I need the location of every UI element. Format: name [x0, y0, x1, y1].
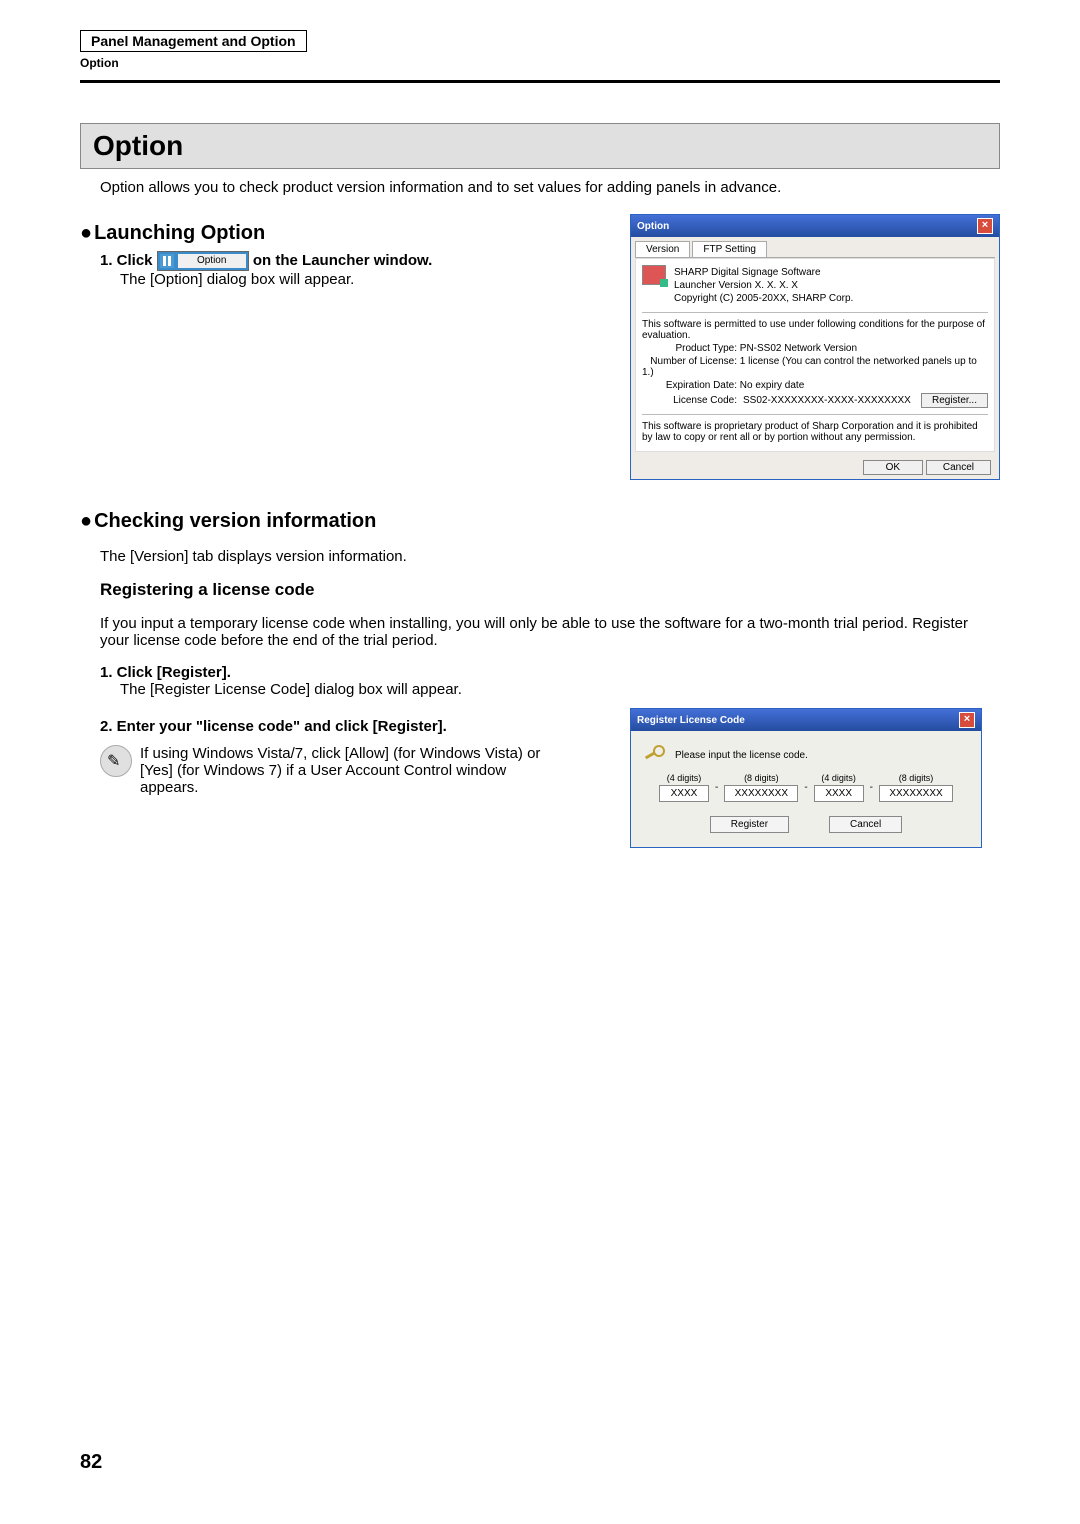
version-tab-text: The [Version] tab displays version infor… [100, 548, 1000, 565]
expiry-label: Expiration Date: [642, 380, 737, 391]
field-label-4: (8 digits) [899, 773, 934, 783]
copyright: Copyright (C) 2005-20XX, SHARP Corp. [674, 293, 853, 304]
section-heading-option: Option [80, 123, 1000, 169]
proprietary-note: This software is proprietary product of … [642, 421, 988, 443]
product-type-label: Product Type: [642, 343, 737, 354]
header-sub: Option [80, 56, 1000, 70]
ok-button[interactable]: OK [863, 460, 923, 475]
tab-version[interactable]: Version [635, 241, 690, 257]
launch-step1-pre: 1. Click [100, 252, 157, 269]
close-icon[interactable]: × [977, 218, 993, 234]
uac-note: If using Windows Vista/7, click [Allow] … [140, 745, 560, 796]
license-cancel-button[interactable]: Cancel [829, 816, 902, 833]
register-license-title: Register License Code [637, 715, 745, 726]
close-icon[interactable]: × [959, 712, 975, 728]
license-field-3[interactable]: XXXX [814, 785, 864, 802]
license-register-button[interactable]: Register [710, 816, 789, 833]
note-icon [100, 745, 132, 777]
subheading-launching-option: Launching Option [80, 222, 610, 245]
field-label-3: (4 digits) [821, 773, 856, 783]
option-button-icon [160, 254, 174, 268]
subheading-checking-version: Checking version information [80, 510, 1000, 533]
software-name: SHARP Digital Signage Software [674, 267, 853, 278]
header-rule [80, 80, 1000, 83]
register-license-dialog: Register License Code × Please input the… [630, 708, 982, 848]
software-icon [642, 265, 666, 285]
dash-3: - [870, 782, 873, 793]
page-number: 82 [80, 1451, 102, 1474]
step-click-register: 1. Click [Register]. [100, 664, 1000, 681]
num-license-label: Number of License: [642, 356, 737, 367]
license-field-1[interactable]: XXXX [659, 785, 709, 802]
field-label-2: (8 digits) [744, 773, 779, 783]
step-click-register-sub: The [Register License Code] dialog box w… [120, 681, 1000, 698]
key-icon [645, 745, 665, 765]
launcher-option-button[interactable]: Option [157, 251, 249, 271]
license-field-4[interactable]: XXXXXXXX [879, 785, 953, 802]
option-button-label: Option [178, 254, 246, 268]
evaluation-note: This software is permitted to use under … [642, 319, 988, 341]
cancel-button[interactable]: Cancel [926, 460, 991, 475]
registering-license-text: If you input a temporary license code wh… [100, 615, 1000, 649]
option-dialog: Option × Version FTP Setting SHARP Digit… [630, 214, 1000, 480]
intro-text: Option allows you to check product versi… [100, 179, 1000, 196]
register-button[interactable]: Register... [921, 393, 988, 408]
header-breadcrumb-box: Panel Management and Option [80, 30, 307, 52]
launch-step1-post: on the Launcher window. [249, 252, 433, 269]
tab-ftp-setting[interactable]: FTP Setting [692, 241, 767, 257]
license-field-2[interactable]: XXXXXXXX [724, 785, 798, 802]
dash-2: - [804, 782, 807, 793]
option-dialog-title: Option [637, 221, 669, 232]
launcher-version: Launcher Version X. X. X. X [674, 280, 853, 291]
expiry-value: No expiry date [740, 380, 804, 391]
product-type-value: PN-SS02 Network Version [740, 343, 857, 354]
step-enter-license: 2. Enter your "license code" and click [… [100, 718, 610, 735]
field-label-1: (4 digits) [667, 773, 702, 783]
license-prompt: Please input the license code. [675, 750, 808, 761]
launch-step1-sub: The [Option] dialog box will appear. [120, 271, 610, 288]
dash-1: - [715, 782, 718, 793]
registering-license-heading: Registering a license code [100, 580, 1000, 600]
license-code-label: License Code: [642, 395, 737, 406]
license-code-value: SS02-XXXXXXXX-XXXX-XXXXXXXX [743, 395, 915, 406]
